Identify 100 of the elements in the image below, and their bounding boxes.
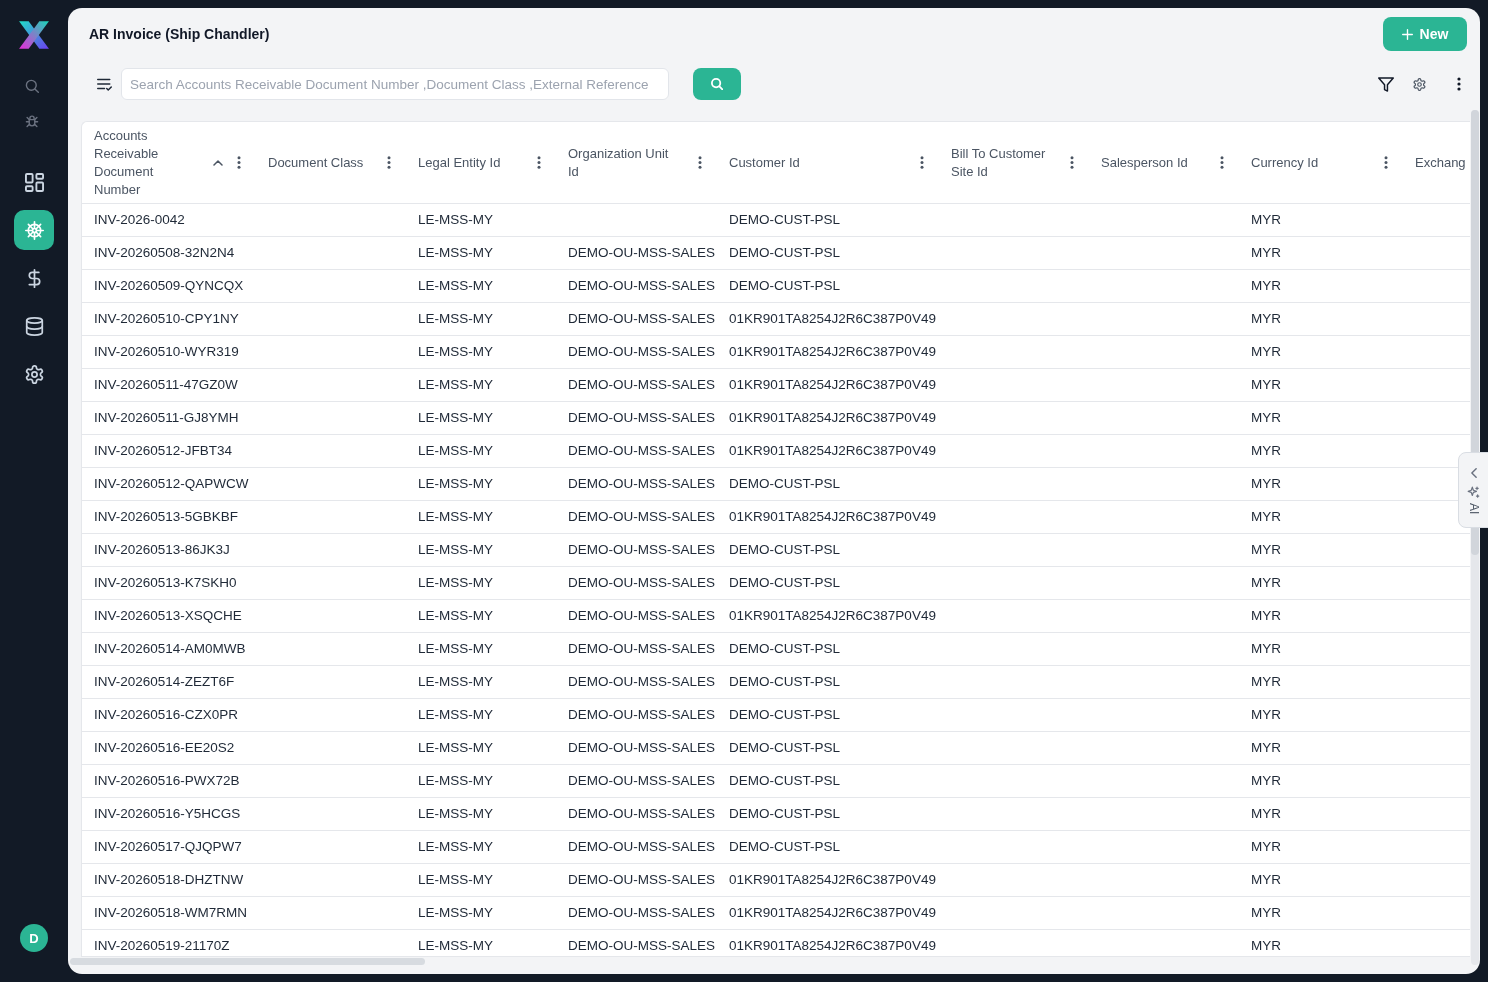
table-cell-text: MYR	[1250, 343, 1282, 361]
table-cell-text: INV-20260512-JFBT34	[93, 442, 234, 460]
column-header[interactable]: Organization Unit Id	[568, 144, 680, 181]
column-header[interactable]: Customer Id	[729, 153, 800, 172]
vertical-dots-icon[interactable]	[1384, 156, 1388, 169]
vertical-dots-icon[interactable]	[387, 156, 391, 169]
table-cell-text: LE-MSS-MY	[417, 640, 494, 658]
table-cell-text: DEMO-OU-MSS-SALES	[567, 673, 717, 691]
table-cell-text: LE-MSS-MY	[417, 805, 494, 823]
table-cell-text: DEMO-CUST-PSL	[728, 574, 841, 592]
table-cell-text: 01KR901TA8254J2R6C387P0V49	[728, 607, 937, 625]
table-cell-text: DEMO-OU-MSS-SALES	[567, 640, 717, 658]
table-cell-text: 01KR901TA8254J2R6C387P0V49	[728, 409, 937, 427]
table-cell-text: DEMO-OU-MSS-SALES	[567, 475, 717, 493]
table-cell-text: INV-20260508-32N2N4	[93, 244, 236, 262]
table-cell-text: INV-20260514-AM0MWB	[93, 640, 247, 658]
sidebar-nav-button[interactable]	[14, 210, 54, 250]
table-cell-text: LE-MSS-MY	[417, 475, 494, 493]
table-cell-text: INV-20260516-CZX0PR	[93, 706, 240, 724]
filter-icon[interactable]	[1378, 76, 1394, 92]
table-cell-text: 01KR901TA8254J2R6C387P0V49	[728, 937, 937, 955]
table-cell-text: DEMO-OU-MSS-SALES	[567, 376, 717, 394]
logo-icon[interactable]	[18, 19, 50, 51]
scrollbar-thumb[interactable]	[70, 958, 425, 965]
table-cell-text: INV-20260516-EE20S2	[93, 739, 236, 757]
table-cell-text: LE-MSS-MY	[417, 871, 494, 889]
table-cell-text: LE-MSS-MY	[417, 904, 494, 922]
table-cell-text: INV-20260513-K7SKH0	[93, 574, 238, 592]
page-title: AR Invoice (Ship Chandler)	[89, 26, 270, 42]
table-cell-text: LE-MSS-MY	[417, 376, 494, 394]
table-cell-text: MYR	[1250, 739, 1282, 757]
table-cell-text: 01KR901TA8254J2R6C387P0V49	[728, 508, 937, 526]
table-cell-text: 01KR901TA8254J2R6C387P0V49	[728, 442, 937, 460]
column-header[interactable]: Bill To Customer Site Id	[951, 144, 1059, 181]
table-cell-text: INV-20260511-47GZ0W	[93, 376, 239, 394]
vertical-dots-icon[interactable]	[1457, 77, 1461, 91]
table-cell-text: MYR	[1250, 607, 1282, 625]
table-cell-text: INV-20260510-CPY1NY	[93, 310, 240, 328]
column-header[interactable]: Legal Entity Id	[418, 153, 501, 172]
table-cell-text: MYR	[1250, 508, 1282, 526]
table-cell-text: DEMO-OU-MSS-SALES	[567, 574, 717, 592]
table-cell-text: MYR	[1250, 574, 1282, 592]
table-cell-text: DEMO-OU-MSS-SALES	[567, 904, 717, 922]
table-cell-text: DEMO-OU-MSS-SALES	[567, 244, 717, 262]
table-cell-text: DEMO-OU-MSS-SALES	[567, 409, 717, 427]
column-header[interactable]: Accounts Receivable Document Number	[94, 126, 190, 199]
vertical-dots-icon[interactable]	[1220, 156, 1224, 169]
vertical-dots-icon[interactable]	[237, 156, 241, 169]
vertical-dots-icon[interactable]	[920, 156, 924, 169]
table-cell-text: LE-MSS-MY	[417, 838, 494, 856]
vertical-dots-icon[interactable]	[1070, 156, 1074, 169]
column-header[interactable]: Currency Id	[1251, 153, 1319, 172]
table-cell-text: MYR	[1250, 244, 1282, 262]
table-cell-text: INV-20260513-5GBKBF	[93, 508, 240, 526]
table-cell-text: DEMO-OU-MSS-SALES	[567, 805, 717, 823]
table-cell-text: INV-20260514-ZEZT6F	[93, 673, 236, 691]
table-cell-text: INV-20260512-QAPWCW	[93, 475, 250, 493]
bug-icon[interactable]	[25, 114, 39, 128]
table-cell-text: DEMO-CUST-PSL	[728, 805, 841, 823]
table-cell-text: DEMO-OU-MSS-SALES	[567, 739, 717, 757]
table-cell-text: INV-20260519-21170Z	[93, 937, 231, 955]
column-header[interactable]: Salesperson Id	[1101, 153, 1188, 172]
table-cell-text: MYR	[1250, 475, 1282, 493]
ai-panel-tab[interactable]: AI	[1458, 452, 1488, 528]
column-header[interactable]: Exchang	[1415, 153, 1466, 172]
table-cell-text: DEMO-OU-MSS-SALES	[567, 706, 717, 724]
table-cell-text: MYR	[1250, 706, 1282, 724]
table-cell-text: LE-MSS-MY	[417, 772, 494, 790]
table-cell-text: DEMO-CUST-PSL	[728, 838, 841, 856]
table-cell-text: LE-MSS-MY	[417, 343, 494, 361]
table-cell-text: DEMO-OU-MSS-SALES	[567, 343, 717, 361]
search-icon[interactable]	[25, 79, 39, 93]
table-cell-text: DEMO-OU-MSS-SALES	[567, 937, 717, 955]
table-cell-text: DEMO-CUST-PSL	[728, 772, 841, 790]
settings-icon[interactable]	[1413, 77, 1426, 91]
table-cell-text: INV-20260516-PWX72B	[93, 772, 241, 790]
sort-caret-icon[interactable]	[213, 159, 223, 166]
table-cell-text: INV-20260513-86JK3J	[93, 541, 231, 559]
table-cell-text: MYR	[1250, 310, 1282, 328]
table-cell-text: DEMO-OU-MSS-SALES	[567, 541, 717, 559]
table-cell-text: DEMO-CUST-PSL	[728, 541, 841, 559]
table-cell-text: MYR	[1250, 640, 1282, 658]
table-cell-text: DEMO-CUST-PSL	[728, 244, 841, 262]
table-cell-text: DEMO-OU-MSS-SALES	[567, 871, 717, 889]
table-cell-text: LE-MSS-MY	[417, 310, 494, 328]
table-cell-text: DEMO-OU-MSS-SALES	[567, 310, 717, 328]
vertical-dots-icon[interactable]	[537, 156, 541, 169]
table-cell-text: LE-MSS-MY	[417, 508, 494, 526]
list-check-icon[interactable]	[97, 77, 112, 91]
table-cell-text: MYR	[1250, 211, 1282, 229]
search-icon	[711, 78, 723, 90]
vertical-dots-icon[interactable]	[698, 156, 702, 169]
table-cell-text: INV-20260516-Y5HCGS	[93, 805, 242, 823]
search-field[interactable]: Search Accounts Receivable Document Number ,Document Class ,External Reference	[121, 68, 669, 100]
table-cell-text: DEMO-CUST-PSL	[728, 277, 841, 295]
table-cell-text: DEMO-OU-MSS-SALES	[567, 838, 717, 856]
table-cell-text: LE-MSS-MY	[417, 541, 494, 559]
column-header[interactable]: Document Class	[268, 153, 364, 172]
table-cell-text: MYR	[1250, 409, 1282, 427]
table-cell-text: LE-MSS-MY	[417, 442, 494, 460]
